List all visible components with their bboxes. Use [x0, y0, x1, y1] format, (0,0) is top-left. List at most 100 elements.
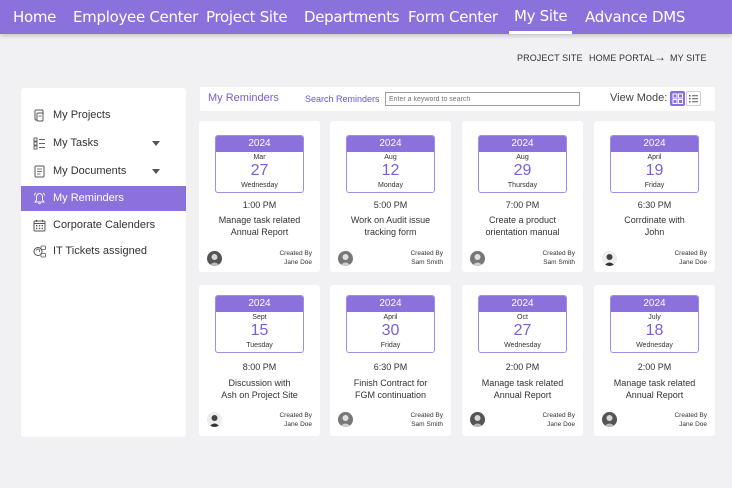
- nav-my-site[interactable]: My Site: [509, 0, 573, 34]
- grid-icon: [672, 93, 683, 104]
- created-by-label: Created By: [542, 250, 575, 257]
- sidebar-item-my-reminders[interactable]: My Reminders: [21, 186, 186, 211]
- reminder-time: 6:30 PM: [637, 200, 672, 210]
- reminder-card[interactable]: 2024 Mar 27 Wednesday 1:00 PM Manage tas…: [199, 121, 320, 272]
- reminder-month: Aug: [516, 154, 529, 161]
- chevron-down-icon[interactable]: [152, 141, 160, 146]
- reminder-time: 2:00 PM: [637, 362, 672, 372]
- created-by-name: Sam Smith: [411, 259, 443, 266]
- reminder-card[interactable]: 2024 July 18 Wednesday 2:00 PM Manage ta…: [594, 285, 715, 436]
- nav-project-site[interactable]: Project Site: [206, 0, 288, 34]
- task-line: Discussion with: [228, 378, 291, 388]
- reminder-task: Manage task related Annual Report: [205, 214, 314, 238]
- reminder-day: 30: [381, 322, 400, 339]
- reminder-year: 2024: [347, 136, 434, 152]
- reminder-day: 27: [250, 162, 269, 179]
- task-line: FGM continuation: [354, 390, 427, 400]
- created-by-label: Created By: [674, 250, 707, 257]
- sidebar-item-my-documents[interactable]: My Documents: [21, 159, 186, 184]
- created-by-name: Jane Doe: [679, 421, 707, 428]
- created-by-label: Created By: [410, 412, 443, 419]
- grid-view-button[interactable]: [670, 91, 685, 106]
- reminder-day: 12: [381, 162, 400, 179]
- task-line: Create a product: [488, 215, 557, 225]
- reminder-month: April: [647, 154, 662, 161]
- calendar-badge: 2024 July 18 Wednesday: [610, 295, 699, 353]
- created-by: Created By Sam Smith: [410, 411, 443, 429]
- reminder-month: Oct: [517, 314, 528, 321]
- created-by-label: Created By: [674, 412, 707, 419]
- nav-employee-center[interactable]: Employee Center: [73, 0, 198, 34]
- view-mode-label: View Mode:: [610, 92, 668, 104]
- nav-form-center[interactable]: Form Center: [408, 0, 498, 34]
- chevron-down-icon[interactable]: [152, 169, 160, 174]
- reminder-year: 2024: [611, 296, 698, 312]
- breadcrumb-project-site[interactable]: PROJECT SITE: [517, 53, 583, 63]
- search-input[interactable]: [385, 92, 580, 106]
- created-by-name: Jane Doe: [284, 421, 312, 428]
- list-view-button[interactable]: [686, 91, 701, 106]
- created-by-label: Created By: [542, 412, 575, 419]
- task-line: tracking form: [364, 227, 417, 237]
- reminder-weekday: Wednesday: [504, 342, 541, 349]
- reminder-weekday: Tuesday: [246, 342, 273, 349]
- avatar: [338, 251, 353, 266]
- created-by: Created By Jane Doe: [674, 411, 707, 429]
- reminder-month: Sept: [252, 314, 267, 321]
- nav-advance-dms[interactable]: Advance DMS: [585, 0, 685, 34]
- reminder-time: 6:30 PM: [373, 362, 408, 372]
- reminder-task: Work on Audit issue tracking form: [336, 214, 445, 238]
- reminder-time: 8:00 PM: [242, 362, 277, 372]
- reminder-month: April: [383, 314, 398, 321]
- reminder-task: Discussion with Ash on Project Site: [205, 377, 314, 401]
- reminder-weekday: Thursday: [507, 182, 538, 189]
- created-by-name: Jane Doe: [679, 259, 707, 266]
- sidebar-item-label: My Projects: [53, 109, 111, 121]
- reminder-card[interactable]: 2024 April 30 Friday 6:30 PM Finish Cont…: [330, 285, 451, 436]
- reminder-month: Mar: [253, 154, 266, 161]
- task-line: Manage task related: [613, 378, 696, 388]
- reminder-time: 7:00 PM: [505, 200, 540, 210]
- sidebar-item-my-tasks[interactable]: My Tasks: [21, 131, 186, 156]
- nav-home[interactable]: Home: [13, 0, 56, 34]
- list-icon: [689, 95, 698, 103]
- nav-departments[interactable]: Departments: [304, 0, 400, 34]
- sidebar-item-my-projects[interactable]: My Projects: [21, 103, 186, 128]
- sidebar-item-corporate-calenders[interactable]: Corporate Calenders: [21, 213, 186, 238]
- task-line: John: [644, 227, 665, 237]
- sidebar-item-label: My Tasks: [53, 137, 99, 149]
- avatar: [602, 251, 617, 266]
- breadcrumb-home-portal[interactable]: HOME PORTAL: [589, 53, 655, 63]
- arrow-right-icon: →: [654, 50, 667, 64]
- reminder-task: Corrdinate with John: [600, 214, 709, 238]
- calendar-badge: 2024 Sept 15 Tuesday: [215, 295, 304, 353]
- reminder-card[interactable]: 2024 April 19 Friday 6:30 PM Corrdinate …: [594, 121, 715, 272]
- reminder-year: 2024: [611, 136, 698, 152]
- reminder-time: 5:00 PM: [373, 200, 408, 210]
- reminder-weekday: Wednesday: [241, 182, 278, 189]
- reminder-weekday: Wednesday: [636, 342, 673, 349]
- reminder-task: Manage task related Annual Report: [468, 377, 577, 401]
- reminder-day: 27: [513, 322, 532, 339]
- created-by-name: Jane Doe: [547, 421, 575, 428]
- created-by-label: Created By: [279, 250, 312, 257]
- created-by-label: Created By: [279, 412, 312, 419]
- top-nav: Home Employee Center Project Site Depart…: [0, 0, 732, 34]
- reminder-card[interactable]: 2024 Sept 15 Tuesday 8:00 PM Discussion …: [199, 285, 320, 436]
- reminder-day: 18: [645, 322, 664, 339]
- reminder-year: 2024: [479, 296, 566, 312]
- reminder-card[interactable]: 2024 Aug 12 Monday 5:00 PM Work on Audit…: [330, 121, 451, 272]
- calendar-badge: 2024 Oct 27 Wednesday: [478, 295, 567, 353]
- calendar-badge: 2024 April 19 Friday: [610, 135, 699, 193]
- created-by-name: Jane Doe: [284, 259, 312, 266]
- reminder-day: 29: [513, 162, 532, 179]
- reminder-card[interactable]: 2024 Aug 29 Thursday 7:00 PM Create a pr…: [462, 121, 583, 272]
- tickets-icon: [33, 245, 46, 258]
- reminder-day: 19: [645, 162, 664, 179]
- reminder-card[interactable]: 2024 Oct 27 Wednesday 2:00 PM Manage tas…: [462, 285, 583, 436]
- sidebar-item-it-tickets[interactable]: IT Tickets assigned: [21, 239, 186, 264]
- reminder-month: Aug: [384, 154, 397, 161]
- reminder-task: Finish Contract for FGM continuation: [336, 377, 445, 401]
- bell-icon: [34, 192, 45, 205]
- reminder-weekday: Friday: [380, 342, 401, 349]
